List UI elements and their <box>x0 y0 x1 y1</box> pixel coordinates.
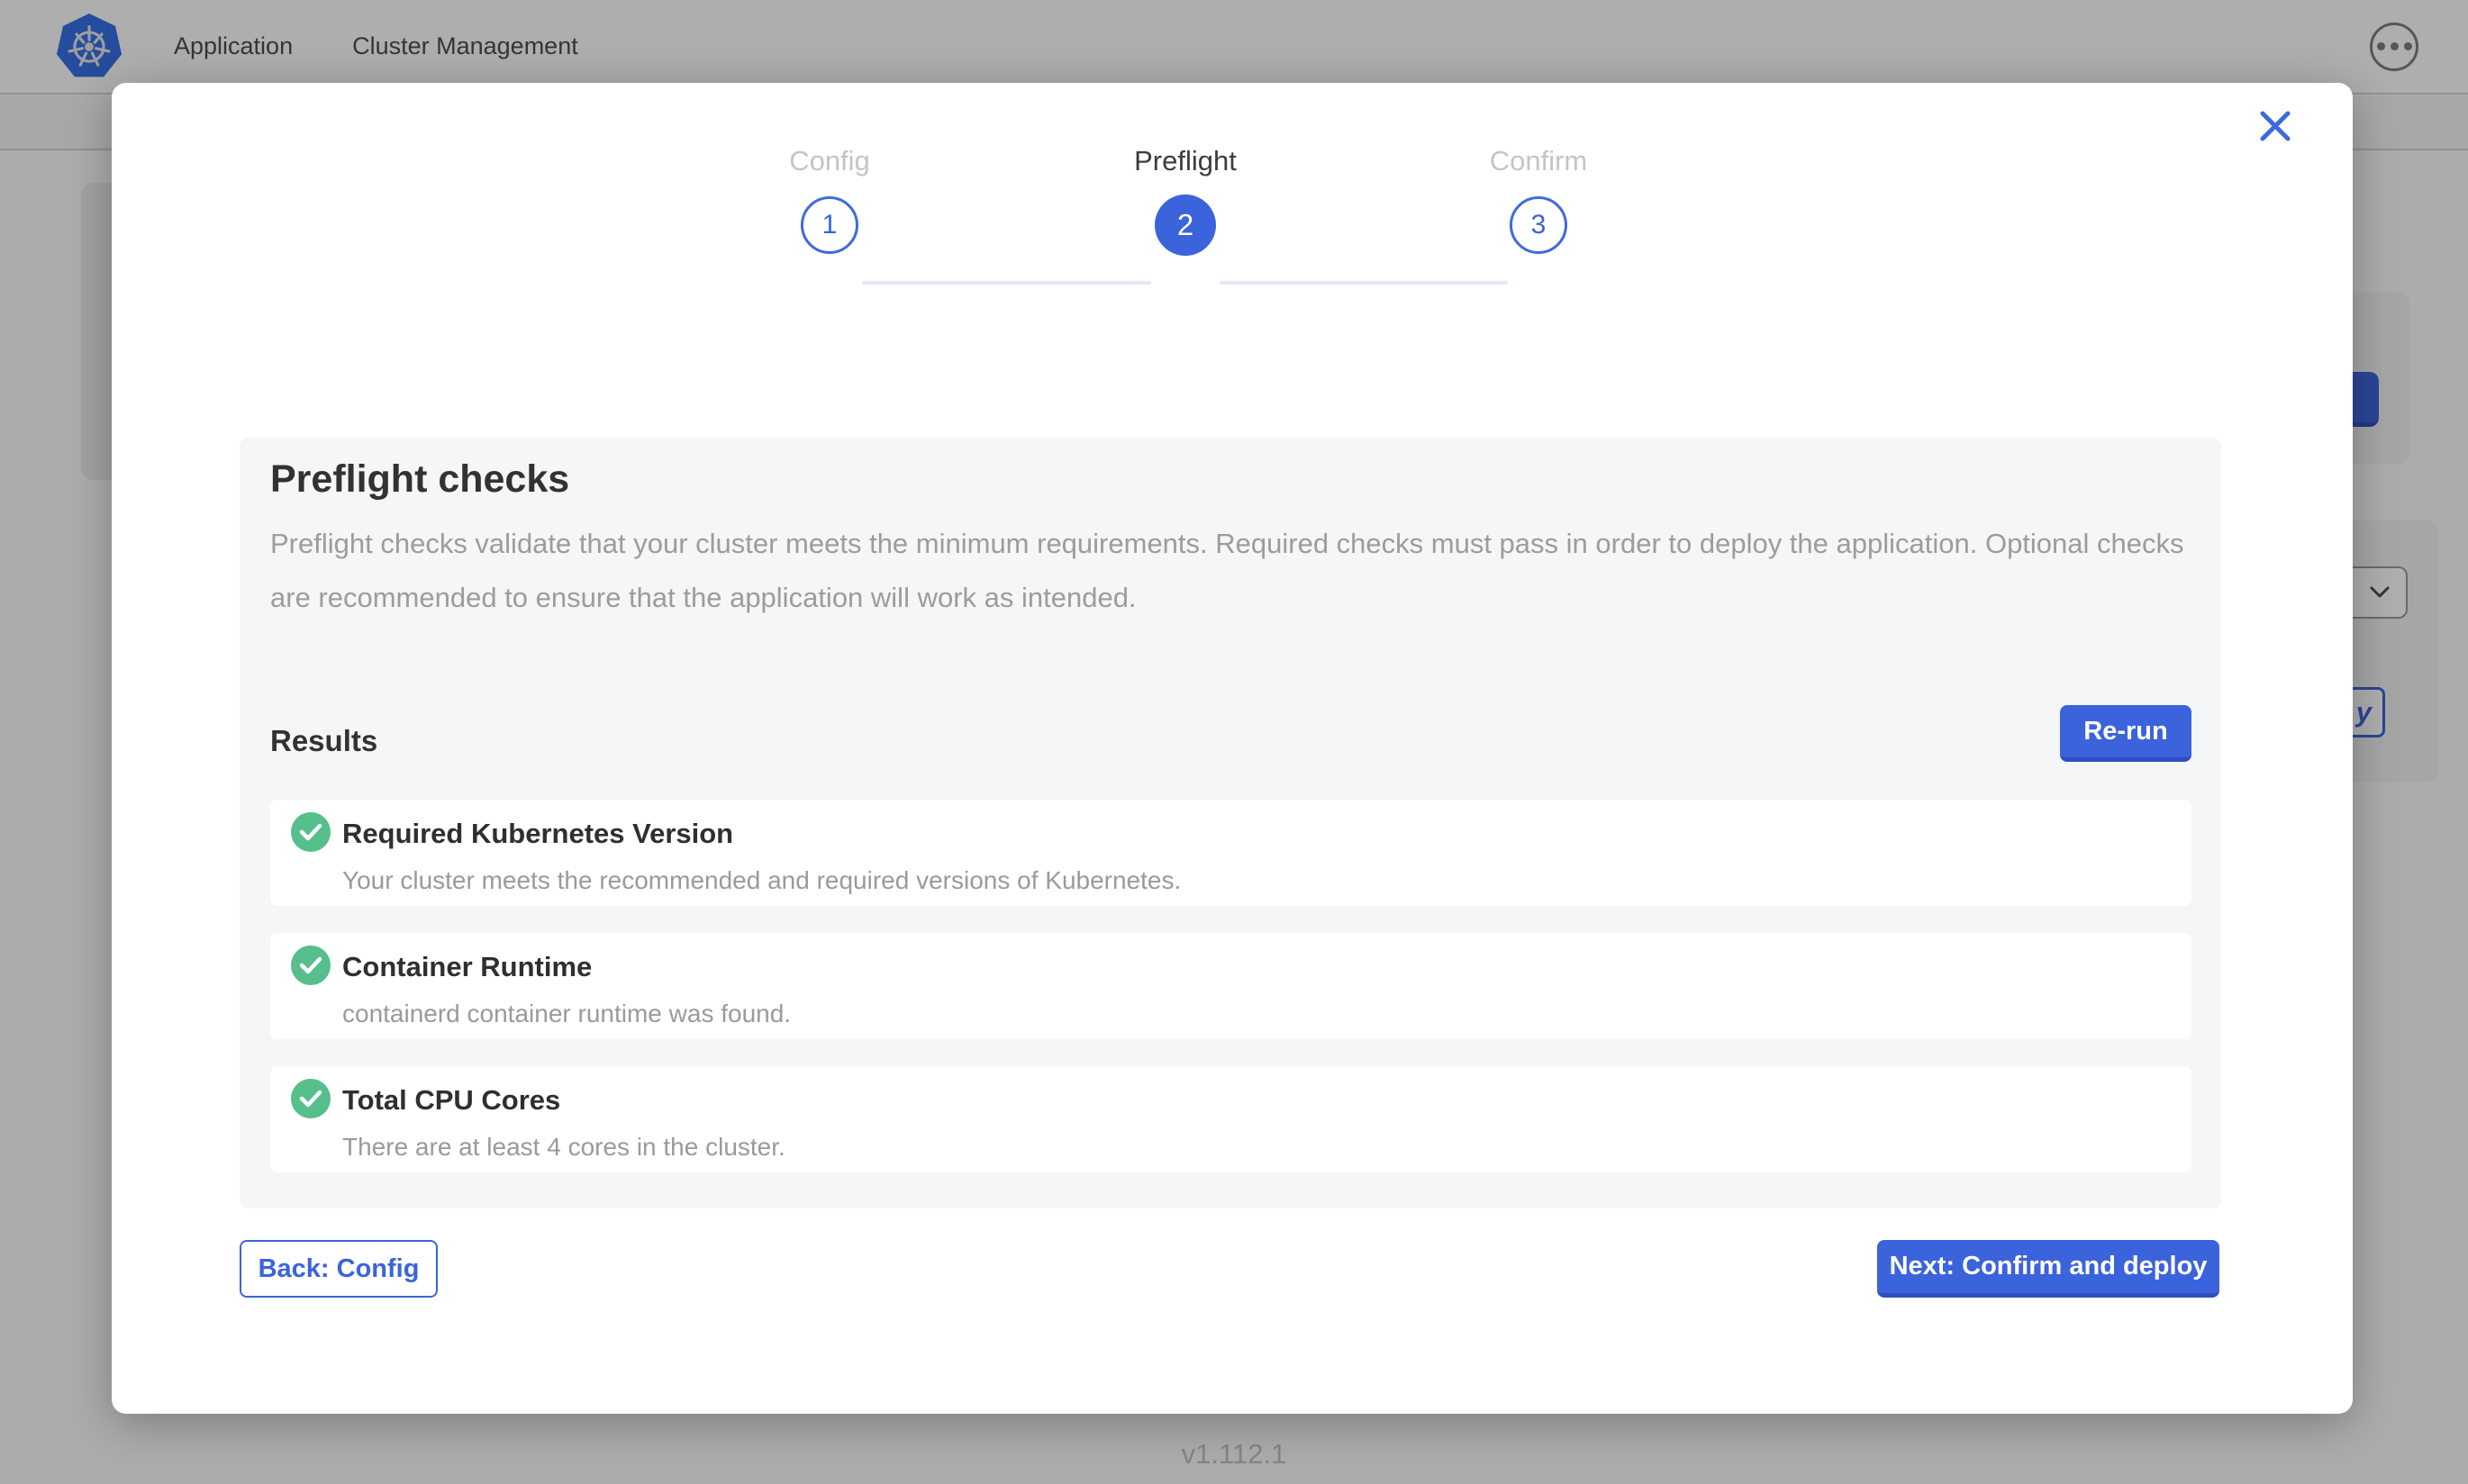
rerun-button[interactable]: Re-run <box>2060 705 2191 762</box>
preflight-wizard-modal: Config 1 Preflight 2 Confirm 3 Preflight… <box>112 83 2353 1414</box>
check-title: Container Runtime <box>342 951 592 983</box>
check-results-list: Required Kubernetes Version Your cluster… <box>270 800 2191 1199</box>
check-pass-icon <box>291 812 331 852</box>
check-title: Total CPU Cores <box>342 1084 560 1117</box>
step-circle[interactable]: 1 <box>801 196 858 254</box>
preflight-results-panel: Preflight checks Preflight checks valida… <box>240 438 2221 1208</box>
step-confirm: Confirm 3 <box>1394 140 1683 254</box>
step-circle[interactable]: 3 <box>1510 196 1567 254</box>
panel-description: Preflight checks validate that your clus… <box>270 517 2189 625</box>
step-label: Config <box>685 140 974 182</box>
check-result-row: Container Runtime containerd container r… <box>270 933 2191 1039</box>
admin-console-screen: Application Cluster Management 0 y <box>0 0 2468 1484</box>
check-result-row: Total CPU Cores There are at least 4 cor… <box>270 1066 2191 1172</box>
stepper-connector <box>862 281 1151 285</box>
results-heading: Results <box>270 724 377 758</box>
step-circle[interactable]: 2 <box>1155 195 1216 256</box>
check-pass-icon <box>291 946 331 985</box>
wizard-stepper: Config 1 Preflight 2 Confirm 3 <box>112 140 2353 330</box>
check-result-row: Required Kubernetes Version Your cluster… <box>270 800 2191 906</box>
step-label: Confirm <box>1394 140 1683 182</box>
next-confirm-deploy-button[interactable]: Next: Confirm and deploy <box>1877 1240 2219 1298</box>
back-config-button[interactable]: Back: Config <box>240 1240 438 1298</box>
stepper-connector <box>1220 281 1508 285</box>
panel-title: Preflight checks <box>270 457 569 502</box>
check-title: Required Kubernetes Version <box>342 818 733 850</box>
step-config: Config 1 <box>685 140 974 254</box>
check-pass-icon <box>291 1079 331 1118</box>
check-description: Your cluster meets the recommended and r… <box>342 866 1181 895</box>
check-description: containerd container runtime was found. <box>342 1000 791 1028</box>
check-description: There are at least 4 cores in the cluste… <box>342 1133 785 1162</box>
step-preflight: Preflight 2 <box>1041 140 1329 256</box>
step-label: Preflight <box>1041 140 1329 182</box>
